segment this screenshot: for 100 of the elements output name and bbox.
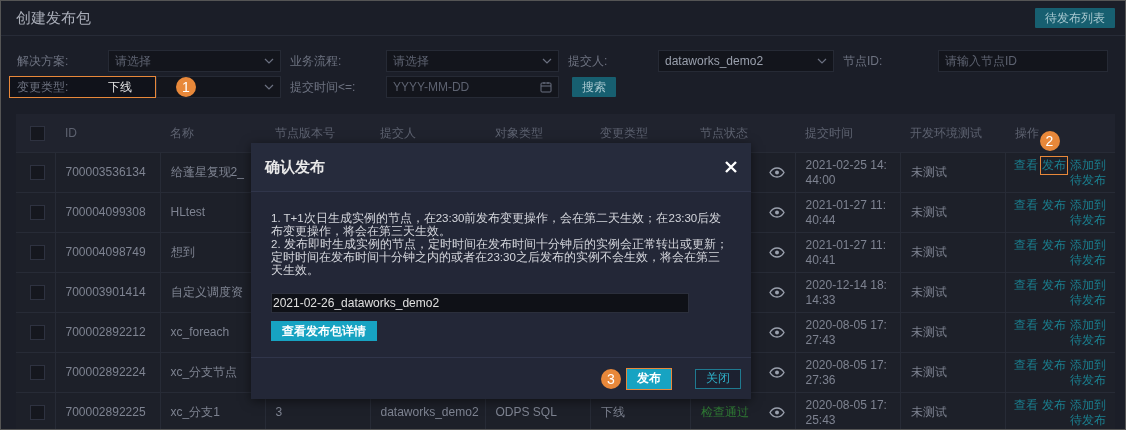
node-id-input[interactable]: 请输入节点ID	[938, 50, 1108, 72]
action-link[interactable]: 查看	[1013, 157, 1038, 173]
action-link[interactable]: 查看	[1013, 277, 1038, 293]
select-field[interactable]: 请选择	[386, 50, 559, 72]
select-field[interactable]: dataworks_demo2	[658, 50, 834, 72]
eye-icon[interactable]	[768, 287, 785, 298]
eye-icon[interactable]	[768, 407, 785, 418]
search-button[interactable]: 搜索	[572, 77, 616, 97]
table-cell: 700002892212	[65, 325, 146, 339]
action-link[interactable]: 发布	[1041, 397, 1066, 413]
column-header: 对象类型	[495, 125, 543, 140]
package-name-input[interactable]: 2021-02-26_dataworks_demo2	[271, 293, 689, 313]
table-cell: 700002892224	[65, 365, 146, 379]
table-cell: 给蓬星复现2_	[170, 165, 244, 179]
row-checkbox[interactable]	[30, 285, 45, 300]
action-link[interactable]: 查看	[1013, 357, 1038, 373]
dialog-note: 2. 发布即时生成实例的节点，定时时间在发布时间十分钟后的实例会正常转出或更新；定时时间在发布时间十分钟之内的或者在23:30之后发布的实例不会生效，将会在第三天生效。	[271, 238, 729, 277]
eye-icon[interactable]	[768, 167, 785, 178]
action-link[interactable]: 添加到待发布	[1069, 157, 1109, 188]
status-text: 检查通过	[700, 405, 749, 420]
action-link[interactable]: 添加到待发布	[1069, 357, 1109, 388]
column-header: ID	[65, 126, 77, 140]
eye-icon[interactable]	[768, 367, 785, 378]
table-cell: 2021-01-27 11:40:44	[805, 197, 886, 227]
package-details-button[interactable]: 查看发布包详情	[271, 321, 377, 341]
filter-label: 节点ID:	[843, 52, 884, 70]
filter-label: 解决方案:	[17, 52, 70, 70]
table-cell: xc_分支节点	[170, 365, 238, 379]
close-icon[interactable]	[725, 161, 737, 173]
action-link[interactable]: 发布	[1041, 277, 1066, 293]
eye-icon[interactable]	[768, 247, 785, 258]
action-link[interactable]: 发布	[1041, 237, 1066, 253]
column-header: 操作	[1015, 125, 1039, 140]
table-cell: dataworks_demo2	[380, 405, 479, 419]
column-header: 提交时间	[805, 125, 853, 140]
action-link[interactable]: 发布	[1041, 317, 1066, 333]
action-link[interactable]: 添加到待发布	[1069, 237, 1109, 268]
filter-label: 提交人:	[568, 52, 609, 70]
action-link[interactable]: 添加到待发布	[1069, 197, 1109, 228]
dialog-button[interactable]: 关闭	[695, 368, 741, 389]
column-header: 开发环境测试	[910, 125, 982, 140]
table-cell: 700003536134	[65, 165, 146, 179]
chevron-down-icon	[817, 58, 827, 64]
table-cell: 2021-02-25 14:44:00	[805, 157, 887, 187]
chevron-down-icon	[264, 58, 274, 64]
select-value[interactable]: 下线	[108, 78, 132, 96]
step-badge: 3	[601, 368, 621, 389]
table-cell: 未测试	[910, 365, 947, 379]
table-cell: 700003901414	[65, 285, 146, 299]
table-cell: 2020-08-05 17:27:43	[805, 317, 887, 347]
row-checkbox[interactable]	[30, 405, 45, 420]
table-cell: 2021-01-27 11:40:41	[805, 237, 886, 267]
dialog-title: 确认发布	[265, 157, 325, 177]
action-link[interactable]: 查看	[1013, 197, 1038, 213]
action-link[interactable]: 发布	[1041, 197, 1066, 213]
action-link[interactable]: 添加到待发布	[1069, 277, 1109, 308]
action-link[interactable]: 发布	[1041, 357, 1066, 373]
action-link[interactable]: 添加到待发布	[1069, 317, 1109, 348]
eye-icon[interactable]	[768, 327, 785, 338]
table-cell: 700004099308	[65, 205, 146, 219]
column-header: 名称	[170, 125, 194, 140]
pending-list-button[interactable]: 待发布列表	[1035, 8, 1115, 28]
row-checkbox[interactable]	[30, 325, 45, 340]
table-cell: 3	[275, 405, 283, 419]
filter-label: 提交时间<=:	[290, 78, 357, 96]
select-field[interactable]: 请选择	[108, 50, 281, 72]
eye-icon[interactable]	[768, 207, 785, 218]
calendar-icon	[540, 81, 552, 93]
table-cell: 2020-08-05 17:27:36	[805, 357, 887, 387]
table-cell: 700002892225	[65, 405, 146, 419]
action-link[interactable]: 查看	[1013, 237, 1038, 253]
filter-label: 变更类型:	[17, 78, 70, 96]
table-cell: 700004098749	[65, 245, 146, 259]
table-cell: 下线	[600, 405, 625, 419]
action-link[interactable]: 查看	[1013, 397, 1038, 413]
action-link[interactable]: 添加到待发布	[1069, 397, 1109, 428]
dialog-button[interactable]: 发布	[627, 368, 671, 389]
table-cell: 未测试	[910, 165, 947, 179]
column-header: 节点状态	[700, 125, 748, 140]
table-cell: 未测试	[910, 325, 947, 339]
action-link[interactable]: 发布	[1041, 157, 1066, 173]
row-checkbox[interactable]	[30, 365, 45, 380]
table-cell: 未测试	[910, 405, 947, 419]
date-field[interactable]: YYYY-MM-DD	[386, 76, 559, 98]
select-all-checkbox[interactable]	[30, 125, 45, 141]
table-cell: xc_分支1	[170, 405, 220, 419]
page-title: 创建发布包	[16, 8, 91, 28]
row-checkbox[interactable]	[30, 205, 45, 220]
column-header: 变更类型	[600, 125, 648, 140]
table-cell: 2020-12-14 18:14:33	[805, 277, 887, 307]
select-field[interactable]	[156, 76, 281, 98]
table-cell: 未测试	[910, 245, 947, 259]
table-cell: xc_foreach	[170, 325, 230, 339]
action-link[interactable]: 查看	[1013, 317, 1038, 333]
row-checkbox[interactable]	[30, 165, 45, 180]
chevron-down-icon	[542, 58, 552, 64]
column-header: 提交人	[380, 125, 416, 140]
table-cell: 2020-08-05 17:25:43	[805, 397, 887, 427]
table-cell: ODPS SQL	[495, 405, 557, 419]
row-checkbox[interactable]	[30, 245, 45, 260]
